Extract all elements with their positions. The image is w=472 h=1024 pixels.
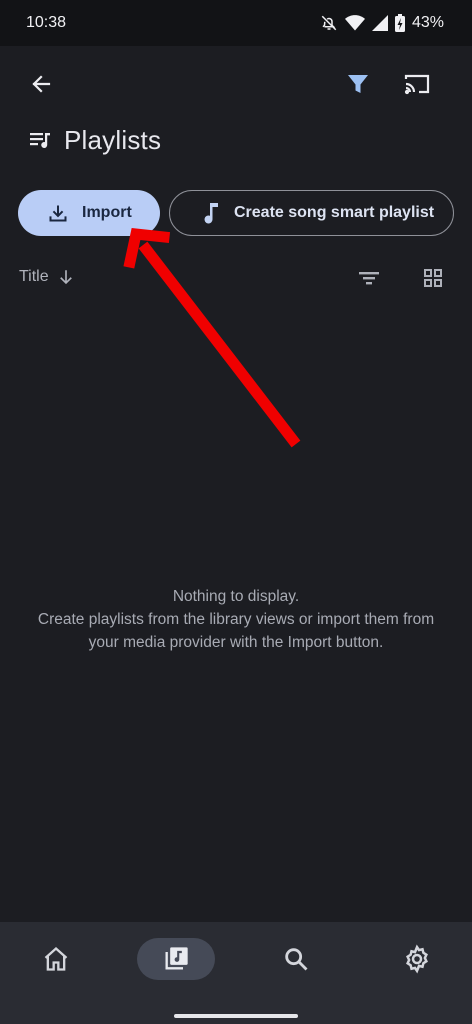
playlist-icon [30,133,50,148]
status-time: 10:38 [26,14,67,31]
settings-icon [406,944,428,974]
wifi-icon [344,15,365,31]
cell-signal-icon [371,15,388,31]
battery-charging-icon [394,14,405,32]
import-button-label: Import [82,204,132,221]
grid-view-icon [424,269,442,287]
sort-by-title[interactable]: Title [19,268,75,286]
filter-icon [348,75,368,93]
filter-button[interactable] [336,62,380,106]
music-note-icon [204,203,218,224]
cast-button[interactable] [395,62,439,106]
import-button[interactable]: Import [18,190,160,236]
battery-percent: 43% [411,14,444,31]
status-icons: 43% [320,14,444,32]
sort-filter-button[interactable] [354,264,384,297]
home-icon [44,946,68,971]
bottom-navigation [0,922,472,1024]
nav-settings[interactable] [378,938,456,980]
sort-bar: Title [0,258,472,298]
nav-library[interactable] [137,938,215,980]
empty-state-message: Nothing to display. Create playlists fro… [0,585,472,654]
nav-home[interactable] [17,938,95,980]
grid-view-button[interactable] [418,264,448,297]
gesture-handle [174,1014,298,1018]
cast-icon [404,74,430,95]
arrow-down-icon [59,270,72,285]
status-bar: 10:38 43% [0,0,472,46]
page-header: Playlists [28,118,161,162]
back-button[interactable] [19,62,63,106]
create-smart-playlist-button[interactable]: Create song smart playlist [169,190,454,236]
nav-search[interactable] [257,938,335,980]
empty-state-line: your media provider with the Import butt… [88,634,384,651]
arrow-back-icon [32,75,51,93]
filter-list-icon [359,272,379,285]
download-icon [49,205,67,222]
top-app-bar [0,46,472,122]
page-title: Playlists [64,124,162,155]
search-icon [285,948,308,971]
library-music-icon [165,947,188,970]
sort-label: Title [19,268,49,285]
notifications-off-icon [321,15,337,31]
empty-state-title: Nothing to display. [172,588,300,605]
create-smart-playlist-label: Create song smart playlist [234,204,435,221]
empty-state-line: Create playlists from the library views … [37,611,435,628]
